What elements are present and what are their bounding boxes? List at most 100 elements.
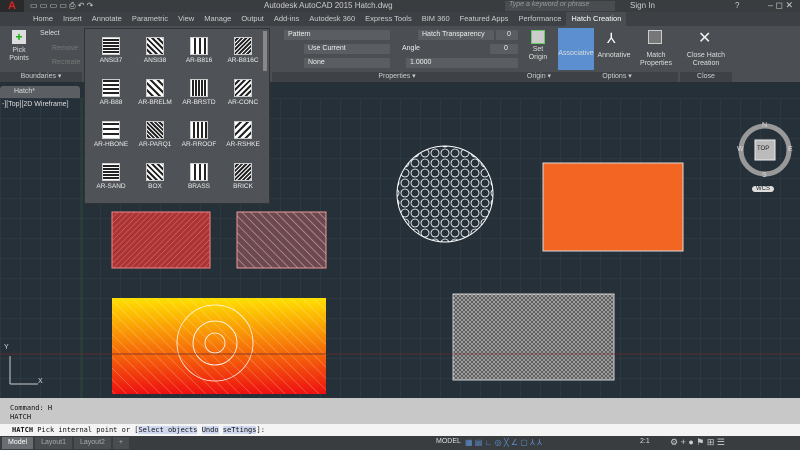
app-menu-button[interactable]: A xyxy=(0,0,24,12)
gallery-scrollbar[interactable] xyxy=(263,31,267,71)
close-panel-label: Close xyxy=(680,72,732,82)
prompt-end: ]: xyxy=(256,426,265,434)
pattern-swatch-icon xyxy=(234,163,252,181)
tab-home[interactable]: Home xyxy=(28,12,58,26)
pattern-label: AR-PARQ1 xyxy=(138,141,172,148)
pattern-ar-b88[interactable]: AR-B88 xyxy=(89,77,133,119)
command-history: Command: H HATCH xyxy=(0,398,800,424)
annotation-scale[interactable]: 2:1 xyxy=(640,438,650,445)
pattern-brass[interactable]: BRASS xyxy=(177,161,221,203)
pattern-ar-sand[interactable]: AR-SAND xyxy=(89,161,133,203)
associative-button[interactable]: Associative xyxy=(558,28,594,70)
viewcube-south[interactable]: S xyxy=(762,172,767,179)
sign-in-button[interactable]: Sign In xyxy=(630,1,655,10)
model-space-toggle[interactable]: MODEL xyxy=(436,438,461,445)
select-button[interactable]: Select xyxy=(40,30,59,38)
add-layout-button[interactable]: + xyxy=(112,437,130,449)
option-undo[interactable]: Undo xyxy=(201,426,219,434)
hatch-type-select[interactable]: Pattern xyxy=(284,30,390,40)
close-icon: ✕ xyxy=(698,30,712,47)
pattern-label: BRASS xyxy=(187,183,211,190)
file-tab-hatch[interactable]: Hatch* xyxy=(0,86,80,98)
viewport-controls[interactable]: -][Top][2D Wireframe] xyxy=(2,101,69,108)
solid-orange-rect[interactable] xyxy=(542,162,684,252)
pattern-ar-rshke[interactable]: AR-RSHKE xyxy=(221,119,265,161)
pattern-ar-conc[interactable]: AR-CONC xyxy=(221,77,265,119)
viewcube-west[interactable]: W xyxy=(737,146,744,153)
tab-featured-apps[interactable]: Featured Apps xyxy=(455,12,514,26)
pattern-ar-hbone[interactable]: AR-HBONE xyxy=(89,119,133,161)
option-select-objects[interactable]: Select objects xyxy=(138,426,198,434)
tab-parametric[interactable]: Parametric xyxy=(127,12,173,26)
command-line[interactable]: HATCH Pick internal point or [Select obj… xyxy=(0,424,800,436)
pattern-ar-brelm[interactable]: AR-BRELM xyxy=(133,77,177,119)
pattern-ar-brstd[interactable]: AR-BRSTD xyxy=(177,77,221,119)
window-title: Autodesk AutoCAD 2015 Hatch.dwg xyxy=(264,1,393,10)
status-bar: Model Layout1 Layout2 + MODEL ▦ ▤ ∟ ◎ ╳ … xyxy=(0,436,800,450)
pattern-label: AR-HBONE xyxy=(93,141,129,148)
properties-panel-label[interactable]: Properties ▾ xyxy=(272,72,522,82)
pattern-ar-rroof[interactable]: AR-RROOF xyxy=(177,119,221,161)
pattern-swatch-icon xyxy=(190,121,208,139)
hatch-color-select[interactable]: Use Current xyxy=(304,44,390,54)
pattern-label: AR-B816 xyxy=(185,57,213,64)
layout-tab-layout1[interactable]: Layout1 xyxy=(35,437,72,449)
origin-panel-label[interactable]: Origin ▾ xyxy=(522,72,556,82)
viewcube-north[interactable]: N xyxy=(762,122,767,129)
pattern-ar-b816[interactable]: AR-B816 xyxy=(177,35,221,77)
pattern-ar-parq1[interactable]: AR-PARQ1 xyxy=(133,119,177,161)
search-input[interactable]: Type a keyword or phrase xyxy=(505,1,615,11)
window-controls[interactable]: – ◻ ✕ xyxy=(768,0,793,11)
pattern-ansi37[interactable]: ANSI37 xyxy=(89,35,133,77)
pick-points-button[interactable]: + Pick Points xyxy=(2,30,36,63)
pattern-box[interactable]: BOX xyxy=(133,161,177,203)
quick-access-toolbar[interactable]: ▭ ▭ ▭ ▭ ⎙ ↶ ↷ xyxy=(30,1,93,11)
hatch-circle[interactable] xyxy=(396,145,494,243)
pattern-label: AR-RROOF xyxy=(181,141,217,148)
tab-add-ins[interactable]: Add-ins xyxy=(269,12,304,26)
wcs-menu[interactable]: WCS xyxy=(752,186,774,192)
transparency-label: Hatch Transparency xyxy=(418,30,494,40)
scale-input[interactable]: 1.0000 xyxy=(406,58,518,68)
pattern-label: AR-BRELM xyxy=(138,99,172,106)
option-settings[interactable]: seTtings xyxy=(222,426,257,434)
background-color-select[interactable]: None xyxy=(304,58,390,68)
layout-tab-model[interactable]: Model xyxy=(2,437,34,449)
tab-output[interactable]: Output xyxy=(236,12,269,26)
transparency-input[interactable]: 0 xyxy=(496,30,518,40)
viewcube-top[interactable]: TOP xyxy=(757,146,769,152)
tab-autodesk-360[interactable]: Autodesk 360 xyxy=(304,12,360,26)
pattern-gallery: ANSI37 ANSI38 AR-B816 AR-B816C AR-B88 AR-BREL… xyxy=(84,28,270,204)
tab-insert[interactable]: Insert xyxy=(58,12,87,26)
tab-manage[interactable]: Manage xyxy=(199,12,236,26)
title-bar: A ▭ ▭ ▭ ▭ ⎙ ↶ ↷ Autodesk AutoCAD 2015 Ha… xyxy=(0,0,800,12)
pattern-brick[interactable]: BRICK xyxy=(221,161,265,203)
boundaries-panel-label[interactable]: Boundaries ▾ xyxy=(0,72,82,82)
tab-bim-360[interactable]: BIM 360 xyxy=(417,12,455,26)
pattern-swatch-icon xyxy=(234,79,252,97)
help-icon[interactable]: ? xyxy=(735,1,739,10)
recreate-button[interactable]: Recreate xyxy=(52,59,80,67)
tab-hatch-creation[interactable]: Hatch Creation xyxy=(566,12,627,26)
pattern-swatch-icon xyxy=(102,37,120,55)
pattern-ar-b816c[interactable]: AR-B816C xyxy=(221,35,265,77)
tab-annotate[interactable]: Annotate xyxy=(87,12,127,26)
ribbon-tabs: Home Insert Annotate Parametric View Manage Ou… xyxy=(0,12,800,26)
angle-input[interactable]: 0 xyxy=(490,44,518,54)
pattern-ansi38[interactable]: ANSI38 xyxy=(133,35,177,77)
tab-performance[interactable]: Performance xyxy=(513,12,566,26)
status-settings-icons[interactable]: ⚙ + ● ⚑ ⊞ ☰ xyxy=(670,437,725,448)
layout-tab-layout2[interactable]: Layout2 xyxy=(74,437,111,449)
tab-view[interactable]: View xyxy=(173,12,199,26)
options-panel-label[interactable]: Options ▾ xyxy=(556,72,678,82)
pattern-swatch-icon xyxy=(146,121,164,139)
remove-button[interactable]: Remove xyxy=(52,45,78,53)
annotative-button[interactable]: Annotative xyxy=(596,52,632,60)
status-toggles[interactable]: ▦ ▤ ∟ ◎ ╳ ∠ ▢ ⅄ ⅄ xyxy=(465,438,542,447)
tab-express-tools[interactable]: Express Tools xyxy=(360,12,417,26)
pattern-label: ANSI37 xyxy=(99,57,123,64)
set-origin-button[interactable]: Set Origin xyxy=(524,30,552,62)
viewcube-east[interactable]: E xyxy=(788,146,793,153)
close-hatch-creation-button[interactable]: Close Hatch Creation xyxy=(680,52,732,68)
match-properties-button[interactable]: Match Properties xyxy=(638,52,674,68)
